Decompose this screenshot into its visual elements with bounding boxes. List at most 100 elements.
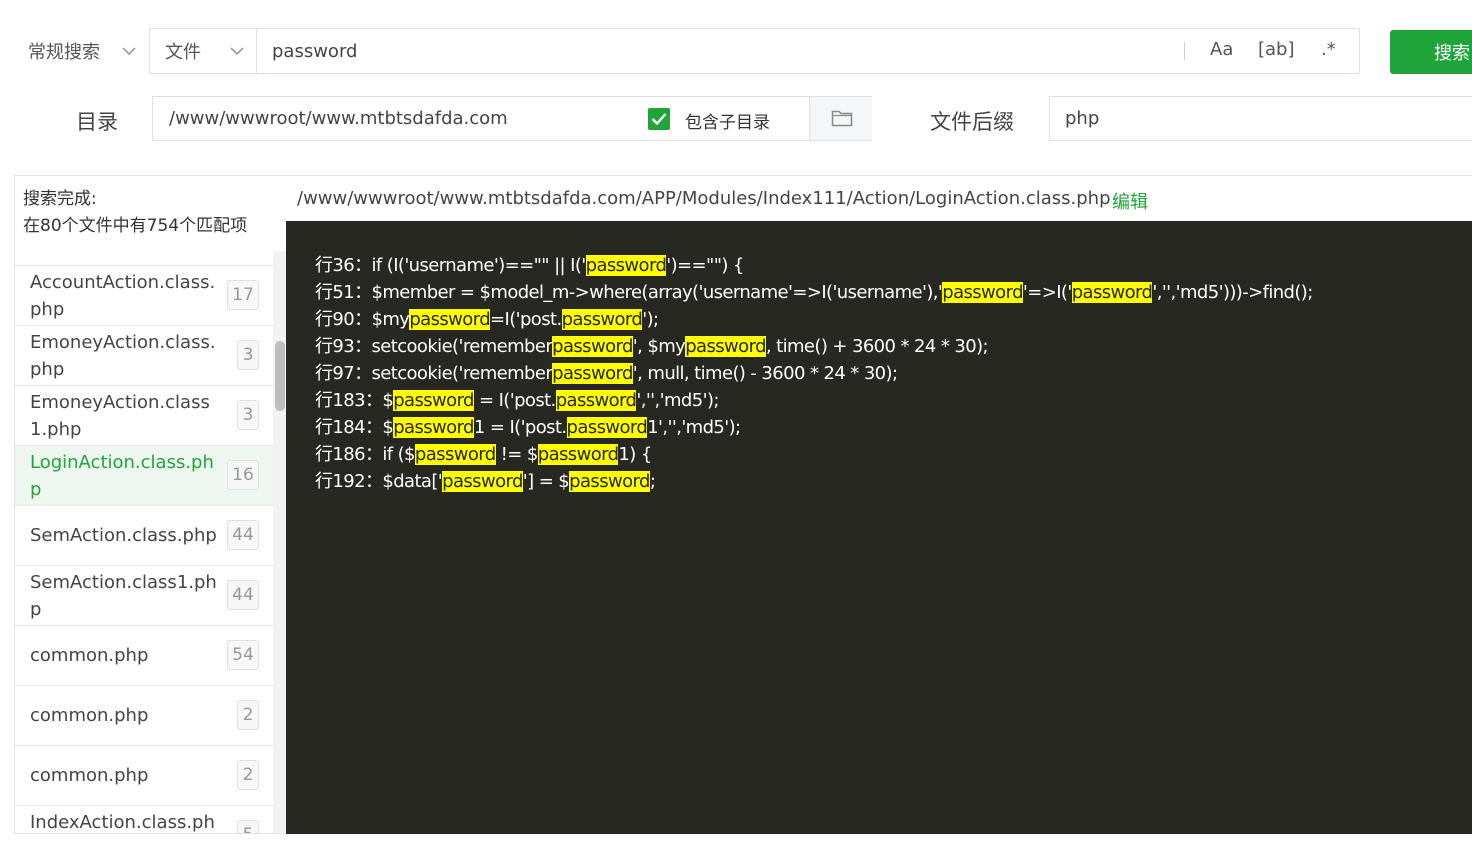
code-text: $password = I('post.password','','md5'); <box>382 390 719 411</box>
search-button[interactable]: 搜索 <box>1390 30 1472 74</box>
scrollbar-thumb[interactable] <box>275 341 285 411</box>
code-text: $data['password'] = $password; <box>382 471 656 492</box>
code-text: $member = $model_m->where(array('usernam… <box>371 282 1313 303</box>
line-number-label: 行97： <box>315 363 372 384</box>
line-number-label: 行93： <box>315 336 372 357</box>
match-highlight: password <box>566 417 648 438</box>
match-count-badge: 3 <box>237 340 259 370</box>
code-line: 行186：if ($password != $password1) { <box>315 441 1313 468</box>
file-name: SemAction.class.php <box>30 525 217 546</box>
file-list-item[interactable]: SemAction.class1.php 44 <box>15 566 273 626</box>
code-line: 行184：$password1 = I('post.password1','',… <box>315 414 1313 441</box>
directory-row: 目录 包含子目录 文件后缀 <box>0 96 1472 142</box>
file-list-item[interactable]: EmoneyAction.class.php 3 <box>15 326 273 386</box>
search-type-label: 文件 <box>165 42 201 63</box>
match-highlight: password <box>409 309 491 330</box>
file-name: EmoneyAction.class.php <box>30 331 216 380</box>
search-input[interactable] <box>258 29 1178 73</box>
preview-header: /www/wwwroot/www.mtbtsdafda.com/APP/Modu… <box>286 175 1472 221</box>
match-highlight: password <box>393 390 474 411</box>
folder-icon <box>831 110 853 127</box>
search-box: 文件 Aa [ab] .* <box>149 28 1360 74</box>
search-scope-label: 常规搜索 <box>28 42 100 63</box>
file-name: LoginAction.class.php <box>30 451 214 500</box>
match-count-badge: 44 <box>227 580 259 610</box>
line-number-label: 行183： <box>315 390 383 411</box>
file-name: common.php <box>30 705 149 726</box>
match-highlight: password <box>442 471 523 492</box>
match-count-badge: 2 <box>237 760 259 790</box>
file-name: SemAction.class1.php <box>30 571 217 620</box>
file-list-item[interactable]: common.php2 <box>15 251 273 266</box>
file-list-item[interactable]: common.php 54 <box>15 626 273 686</box>
code-lines: 行36：if (I('username')=="" || I('password… <box>315 252 1313 495</box>
file-list-item[interactable]: IndexAction.class.php 5 <box>15 806 273 833</box>
checkmark-icon <box>651 113 667 126</box>
include-subdirs-checkbox[interactable] <box>648 108 670 130</box>
line-number-label: 行184： <box>315 417 383 438</box>
line-number-label: 行192： <box>315 471 383 492</box>
file-extension-input[interactable] <box>1049 96 1472 141</box>
file-extension-label: 文件后缀 <box>930 110 1014 134</box>
match-summary: 在80个文件中有754个匹配项 <box>23 216 248 236</box>
match-highlight: password <box>552 336 633 357</box>
code-line: 行90：$mypassword=I('post.password'); <box>315 306 1313 333</box>
line-number-label: 行90： <box>315 309 372 330</box>
preview-file-path: /www/wwwroot/www.mtbtsdafda.com/APP/Modu… <box>297 188 1111 209</box>
match-count-badge: 3 <box>237 400 259 430</box>
file-list-item[interactable]: SemAction.class.php 44 <box>15 506 273 566</box>
browse-folder-button[interactable] <box>809 97 872 140</box>
match-highlight: password <box>552 363 633 384</box>
match-highlight: password <box>1071 282 1153 303</box>
code-text: if (I('username')=="" || I('password')==… <box>371 255 744 276</box>
match-count-badge: 17 <box>227 280 259 310</box>
code-line: 行51：$member = $model_m->where(array('use… <box>315 279 1313 306</box>
match-highlight: password <box>585 255 667 276</box>
result-summary: 搜索完成: 在80个文件中有754个匹配项 <box>23 186 247 240</box>
file-name: common.php <box>30 765 149 786</box>
search-scope-select[interactable]: 常规搜索 <box>28 28 148 74</box>
code-text: setcookie('rememberpassword', $mypasswor… <box>371 336 989 357</box>
code-text: $mypassword=I('post.password'); <box>371 309 659 330</box>
file-list-item[interactable]: common.php 2 <box>15 746 273 806</box>
match-highlight: password <box>569 471 650 492</box>
code-line: 行183：$password = I('post.password','','m… <box>315 387 1313 414</box>
code-line: 行97：setcookie('rememberpassword', mull, … <box>315 360 1313 387</box>
file-list-item[interactable]: AccountAction.class.php 17 <box>15 266 273 326</box>
chevron-down-icon <box>122 47 136 56</box>
match-highlight: password <box>555 390 637 411</box>
search-type-select[interactable]: 文件 <box>150 29 257 73</box>
code-line: 行36：if (I('username')=="" || I('password… <box>315 252 1313 279</box>
match-count-badge: 54 <box>227 640 259 670</box>
file-name: common.php <box>30 251 225 265</box>
directory-label: 目录 <box>76 110 118 134</box>
code-text: $password1 = I('post.password1','','md5'… <box>382 417 741 438</box>
file-list-item[interactable]: EmoneyAction.class1.php 3 <box>15 386 273 446</box>
match-case-toggle[interactable]: Aa <box>1210 39 1233 60</box>
match-highlight: password <box>393 417 474 438</box>
match-highlight: password <box>561 309 643 330</box>
file-name: AccountAction.class.php <box>30 271 216 320</box>
code-preview: 行36：if (I('username')=="" || I('password… <box>286 221 1472 834</box>
file-name: IndexAction.class.php <box>30 811 215 833</box>
edit-link[interactable]: 编辑 <box>1112 188 1148 214</box>
line-number-label: 行36： <box>315 255 372 276</box>
file-list-item[interactable]: LoginAction.class.php 16 <box>15 446 273 506</box>
match-highlight: password <box>537 444 619 465</box>
code-text: setcookie('rememberpassword', mull, time… <box>371 363 898 384</box>
directory-input[interactable] <box>153 97 633 140</box>
regex-toggle[interactable]: .* <box>1321 39 1336 60</box>
chevron-down-icon <box>230 47 244 56</box>
scrollbar-track[interactable] <box>273 251 286 833</box>
match-count-badge: 2 <box>237 700 259 730</box>
search-row: 常规搜索 文件 Aa [ab] .* 搜索 <box>0 28 1472 76</box>
file-list[interactable]: common.php2AccountAction.class.php17Emon… <box>15 251 273 833</box>
line-number-label: 行186： <box>315 444 383 465</box>
code-line: 行93：setcookie('rememberpassword', $mypas… <box>315 333 1313 360</box>
options-divider <box>1184 42 1185 60</box>
include-subdirs-label[interactable]: 包含子目录 <box>685 108 770 133</box>
match-highlight: password <box>414 444 496 465</box>
file-list-item[interactable]: common.php 2 <box>15 686 273 746</box>
directory-box: 包含子目录 <box>152 96 872 141</box>
whole-word-toggle[interactable]: [ab] <box>1258 39 1295 60</box>
